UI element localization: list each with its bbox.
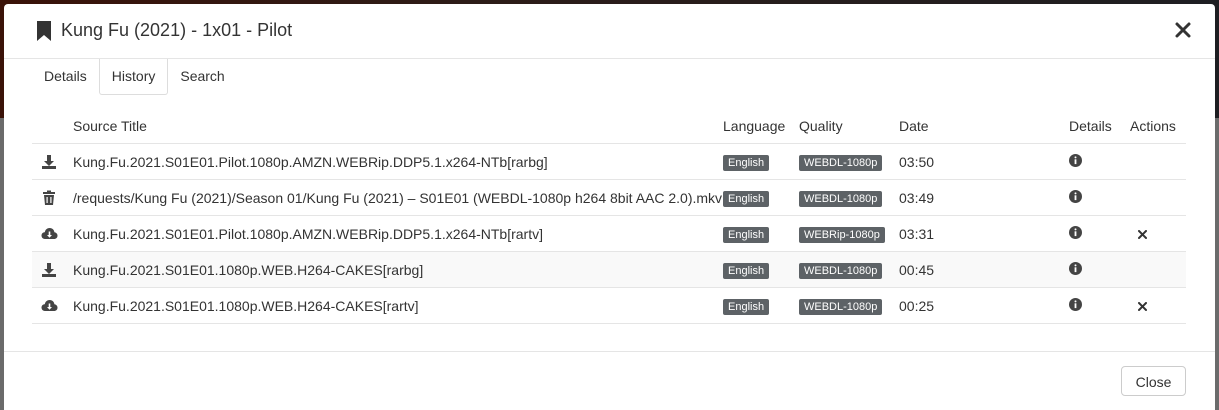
table-row: Kung.Fu.2021.S01E01.1080p.WEB.H264-CAKES… bbox=[32, 251, 1186, 288]
quality-badge: WEBDL-1080p bbox=[799, 262, 883, 279]
download-icon bbox=[41, 262, 57, 278]
actions-cell bbox=[1130, 143, 1186, 180]
tab-history[interactable]: History bbox=[98, 59, 169, 95]
modal-header: Kung Fu (2021) - 1x01 - Pilot bbox=[4, 4, 1215, 59]
column-header-quality: Quality bbox=[799, 109, 899, 144]
mark-failed-icon[interactable] bbox=[1138, 226, 1147, 242]
table-row: Kung.Fu.2021.S01E01.1080p.WEB.H264-CAKES… bbox=[32, 287, 1186, 324]
actions-cell bbox=[1130, 215, 1186, 252]
actions-cell bbox=[1130, 287, 1186, 324]
date-cell: 03:31 bbox=[899, 215, 1069, 252]
close-button[interactable]: Close bbox=[1121, 366, 1186, 396]
quality-badge: WEBDL-1080p bbox=[799, 298, 883, 315]
quality-badge: WEBRip-1080p bbox=[799, 226, 885, 243]
language-badge: English bbox=[723, 298, 770, 315]
language-badge: English bbox=[723, 154, 770, 171]
cloud-download-icon bbox=[41, 298, 58, 314]
table-row: Kung.Fu.2021.S01E01.Pilot.1080p.AMZN.WEB… bbox=[32, 143, 1186, 180]
info-icon[interactable] bbox=[1069, 262, 1082, 278]
source-title: Kung.Fu.2021.S01E01.1080p.WEB.H264-CAKES… bbox=[73, 287, 723, 324]
source-title: Kung.Fu.2021.S01E01.Pilot.1080p.AMZN.WEB… bbox=[73, 143, 723, 180]
language-badge: English bbox=[723, 190, 770, 207]
download-icon bbox=[41, 154, 57, 170]
language-badge: English bbox=[723, 262, 770, 279]
date-cell: 03:50 bbox=[899, 143, 1069, 180]
info-icon[interactable] bbox=[1069, 154, 1082, 170]
column-header-icon bbox=[32, 109, 73, 144]
column-header-details: Details bbox=[1069, 109, 1130, 144]
actions-cell bbox=[1130, 179, 1186, 216]
info-icon[interactable] bbox=[1069, 226, 1082, 242]
column-header-actions: Actions bbox=[1130, 109, 1186, 144]
table-row: /requests/Kung Fu (2021)/Season 01/Kung … bbox=[32, 179, 1186, 216]
episode-history-modal: Kung Fu (2021) - 1x01 - Pilot Details Hi… bbox=[4, 4, 1215, 410]
mark-failed-icon[interactable] bbox=[1138, 298, 1147, 314]
table-header-row: Source Title Language Quality Date Detai… bbox=[32, 109, 1186, 144]
bookmark-icon bbox=[37, 21, 51, 41]
history-table: Source Title Language Quality Date Detai… bbox=[32, 109, 1186, 324]
language-badge: English bbox=[723, 226, 770, 243]
quality-badge: WEBDL-1080p bbox=[799, 154, 883, 171]
date-cell: 00:45 bbox=[899, 251, 1069, 288]
column-header-source-title: Source Title bbox=[73, 109, 723, 144]
trash-icon bbox=[41, 190, 57, 206]
source-title: Kung.Fu.2021.S01E01.Pilot.1080p.AMZN.WEB… bbox=[73, 215, 723, 252]
tab-search[interactable]: Search bbox=[168, 59, 236, 93]
tab-bar: Details History Search bbox=[32, 59, 237, 95]
info-icon[interactable] bbox=[1069, 190, 1082, 206]
modal-title: Kung Fu (2021) - 1x01 - Pilot bbox=[61, 20, 293, 40]
close-icon[interactable] bbox=[1174, 21, 1192, 39]
source-title: /requests/Kung Fu (2021)/Season 01/Kung … bbox=[73, 179, 723, 216]
actions-cell bbox=[1130, 251, 1186, 288]
date-cell: 00:25 bbox=[899, 287, 1069, 324]
modal-footer: Close bbox=[4, 351, 1215, 410]
source-title: Kung.Fu.2021.S01E01.1080p.WEB.H264-CAKES… bbox=[73, 251, 723, 288]
quality-badge: WEBDL-1080p bbox=[799, 190, 883, 207]
table-row: Kung.Fu.2021.S01E01.Pilot.1080p.AMZN.WEB… bbox=[32, 215, 1186, 252]
column-header-language: Language bbox=[723, 109, 799, 144]
cloud-download-icon bbox=[41, 226, 58, 242]
date-cell: 03:49 bbox=[899, 179, 1069, 216]
column-header-date: Date bbox=[899, 109, 1069, 144]
tab-details[interactable]: Details bbox=[32, 59, 99, 93]
info-icon[interactable] bbox=[1069, 298, 1082, 314]
